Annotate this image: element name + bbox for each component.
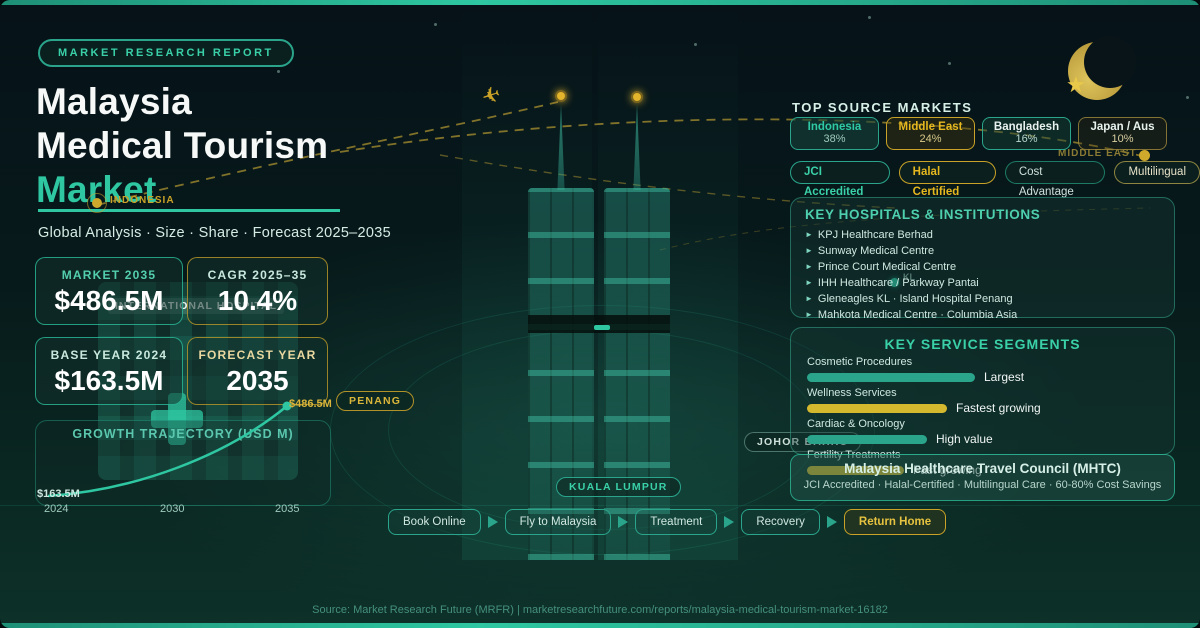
segment-bar bbox=[807, 404, 947, 413]
segment-row: Wellness Services Fastest growing bbox=[807, 387, 1158, 415]
star-dot bbox=[1186, 96, 1189, 99]
bottom-accent-bar bbox=[0, 623, 1200, 628]
stat-label: MARKET 2035 bbox=[36, 268, 182, 282]
title-underline bbox=[38, 209, 340, 212]
stat-label: BASE YEAR 2024 bbox=[36, 348, 182, 362]
x-tick-2035: 2035 bbox=[275, 503, 299, 515]
title-line-1: Malaysia bbox=[36, 80, 456, 124]
segments-title: KEY SERVICE SEGMENTS bbox=[807, 336, 1158, 352]
bullet-icon: ► bbox=[805, 246, 813, 255]
indonesia-label: INDONESIA bbox=[110, 195, 175, 206]
mhtc-card: Malaysia Healthcare Travel Council (MHTC… bbox=[790, 454, 1175, 501]
chart-end-value: $486.5M bbox=[289, 398, 332, 410]
penang-pill: PENANG bbox=[336, 391, 414, 411]
star-dot bbox=[868, 16, 871, 19]
source-market-indonesia: Indonesia 38% bbox=[790, 117, 879, 150]
middle-east-marker-icon bbox=[1139, 150, 1150, 161]
infographic-canvas: ✈ INTERNATIONAL HOSPITAL ★ MARKET RESEAR… bbox=[0, 0, 1200, 628]
journey-step-treatment: Treatment bbox=[635, 509, 717, 535]
kuala-lumpur-pill: KUALA LUMPUR bbox=[556, 477, 681, 497]
spire-beacon-icon bbox=[631, 91, 643, 103]
indonesia-marker-icon bbox=[92, 198, 102, 208]
star-dot bbox=[948, 62, 951, 65]
badge-jci-accredited: JCI Accredited bbox=[790, 161, 890, 184]
moon-star-icon: ★ bbox=[1066, 72, 1086, 98]
source-market-japan-aus: Japan / Aus 10% bbox=[1078, 117, 1167, 150]
report-subtitle: Global Analysis · Size · Share · Forecas… bbox=[38, 225, 391, 241]
source-markets-row: Indonesia 38% Middle East 24% Bangladesh… bbox=[790, 117, 1167, 150]
star-dot bbox=[277, 70, 280, 73]
hospital-item: ►Mahkota Medical Centre · Columbia Asia bbox=[805, 307, 1160, 323]
arrow-right-icon bbox=[618, 516, 628, 528]
segment-row: Cosmetic Procedures Largest bbox=[807, 356, 1158, 384]
badge-multilingual: Multilingual bbox=[1114, 161, 1200, 184]
x-tick-2030: 2030 bbox=[160, 503, 184, 515]
title-line-2: Medical Tourism bbox=[36, 124, 456, 168]
x-tick-2024: 2024 bbox=[44, 503, 68, 515]
hospital-item: ►IHH Healthcare / Parkway Pantai bbox=[805, 275, 1160, 291]
hospital-item: ►Prince Court Medical Centre bbox=[805, 259, 1160, 275]
segment-bar bbox=[807, 373, 975, 382]
spire-beacon-icon bbox=[555, 90, 567, 102]
bullet-icon: ► bbox=[805, 262, 813, 271]
source-markets-title: TOP SOURCE MARKETS bbox=[792, 100, 972, 115]
chart-start-value: $163.5M bbox=[37, 488, 80, 500]
mhtc-subtitle: JCI Accredited · Halal-Certified · Multi… bbox=[791, 479, 1174, 491]
bullet-icon: ► bbox=[805, 230, 813, 239]
arrow-right-icon bbox=[488, 516, 498, 528]
crescent-moon-icon: ★ bbox=[1062, 36, 1132, 106]
segment-row: Cardiac & Oncology High value bbox=[807, 418, 1158, 446]
journey-step-return-home: Return Home bbox=[844, 509, 946, 535]
bullet-icon: ► bbox=[805, 310, 813, 319]
mhtc-title: Malaysia Healthcare Travel Council (MHTC… bbox=[791, 461, 1174, 476]
segment-bar bbox=[807, 435, 927, 444]
arrow-right-icon bbox=[827, 516, 837, 528]
hospital-item: ►Gleneagles KL · Island Hospital Penang bbox=[805, 291, 1160, 307]
badge-halal-certified: Halal Certified bbox=[899, 161, 996, 184]
star-dot bbox=[434, 23, 437, 26]
stat-card-cagr: CAGR 2025–35 10.4% bbox=[187, 257, 328, 325]
source-market-middle-east: Middle East 24% bbox=[886, 117, 975, 150]
credential-badges-row: JCI Accredited Halal Certified Cost Adva… bbox=[790, 161, 1200, 184]
stat-card-market-2035: MARKET 2035 $486.5M bbox=[35, 257, 183, 325]
top-accent-bar bbox=[0, 0, 1200, 5]
journey-step-fly-to-malaysia: Fly to Malaysia bbox=[505, 509, 612, 535]
tower-skybridge bbox=[528, 315, 670, 333]
source-citation: Source: Market Research Future (MRFR) | … bbox=[0, 604, 1200, 616]
page-title: Malaysia Medical Tourism Market bbox=[36, 80, 456, 212]
stat-label: CAGR 2025–35 bbox=[188, 268, 327, 282]
journey-step-recovery: Recovery bbox=[741, 509, 820, 535]
skybridge-highlight bbox=[594, 325, 610, 330]
arrow-right-icon bbox=[724, 516, 734, 528]
growth-curve bbox=[35, 393, 335, 508]
journey-step-book-online: Book Online bbox=[388, 509, 481, 535]
petronas-tower-left bbox=[528, 188, 594, 560]
stat-value: 10.4% bbox=[188, 285, 327, 317]
bullet-icon: ► bbox=[805, 278, 813, 287]
hospitals-title: KEY HOSPITALS & INSTITUTIONS bbox=[805, 207, 1160, 222]
petronas-tower-right bbox=[604, 188, 670, 560]
bullet-icon: ► bbox=[805, 294, 813, 303]
patient-journey-flow: Book Online Fly to Malaysia Treatment Re… bbox=[388, 509, 946, 535]
hospital-item: ►Sunway Medical Centre bbox=[805, 243, 1160, 259]
badge-cost-advantage: Cost Advantage bbox=[1005, 161, 1106, 184]
hospital-item: ►KPJ Healthcare Berhad bbox=[805, 227, 1160, 243]
source-market-bangladesh: Bangladesh 16% bbox=[982, 117, 1071, 150]
hospitals-panel: KEY HOSPITALS & INSTITUTIONS ►KPJ Health… bbox=[790, 197, 1175, 318]
stat-value: $486.5M bbox=[36, 285, 182, 317]
service-segments-panel: KEY SERVICE SEGMENTS Cosmetic Procedures… bbox=[790, 327, 1175, 455]
stat-label: FORECAST YEAR bbox=[188, 348, 327, 362]
report-type-badge: MARKET RESEARCH REPORT bbox=[38, 39, 294, 67]
star-dot bbox=[694, 43, 697, 46]
